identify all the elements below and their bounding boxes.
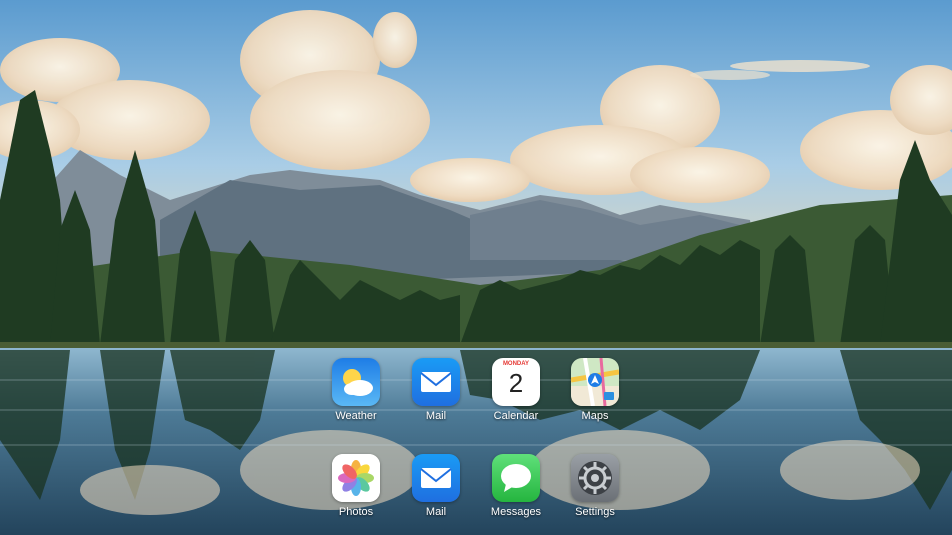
calendar-day: MONDAY bbox=[502, 361, 530, 367]
calendar-date: 2 bbox=[508, 368, 524, 398]
settings-icon bbox=[571, 454, 619, 502]
app-label: Photos bbox=[338, 506, 374, 518]
app-label: Weather bbox=[335, 410, 377, 422]
app-photos[interactable]: Photos bbox=[316, 454, 396, 530]
weather-icon bbox=[332, 358, 380, 406]
app-label: Mail bbox=[425, 506, 447, 518]
app-mail-2[interactable]: Mail bbox=[396, 454, 476, 530]
calendar-icon: MONDAY 2 bbox=[492, 358, 540, 406]
app-label: Calendar bbox=[493, 410, 539, 422]
app-label: Mail bbox=[425, 410, 447, 422]
app-mail[interactable]: Mail bbox=[396, 358, 476, 434]
app-weather[interactable]: Weather bbox=[316, 358, 396, 434]
home-screen-grid: Weather Mail MONDAY 2 Calendar Maps Phot… bbox=[0, 0, 952, 535]
app-calendar[interactable]: MONDAY 2 Calendar bbox=[476, 358, 556, 434]
messages-icon bbox=[492, 454, 540, 502]
app-label: Maps bbox=[581, 410, 609, 422]
app-messages[interactable]: Messages bbox=[476, 454, 556, 530]
maps-icon bbox=[571, 358, 619, 406]
mail-icon bbox=[412, 454, 460, 502]
app-label: Settings bbox=[575, 506, 615, 518]
app-maps[interactable]: Maps bbox=[555, 358, 635, 434]
app-settings[interactable]: Settings bbox=[555, 454, 635, 530]
mail-icon bbox=[412, 358, 460, 406]
app-label: Messages bbox=[490, 506, 542, 518]
photos-icon bbox=[332, 454, 380, 502]
